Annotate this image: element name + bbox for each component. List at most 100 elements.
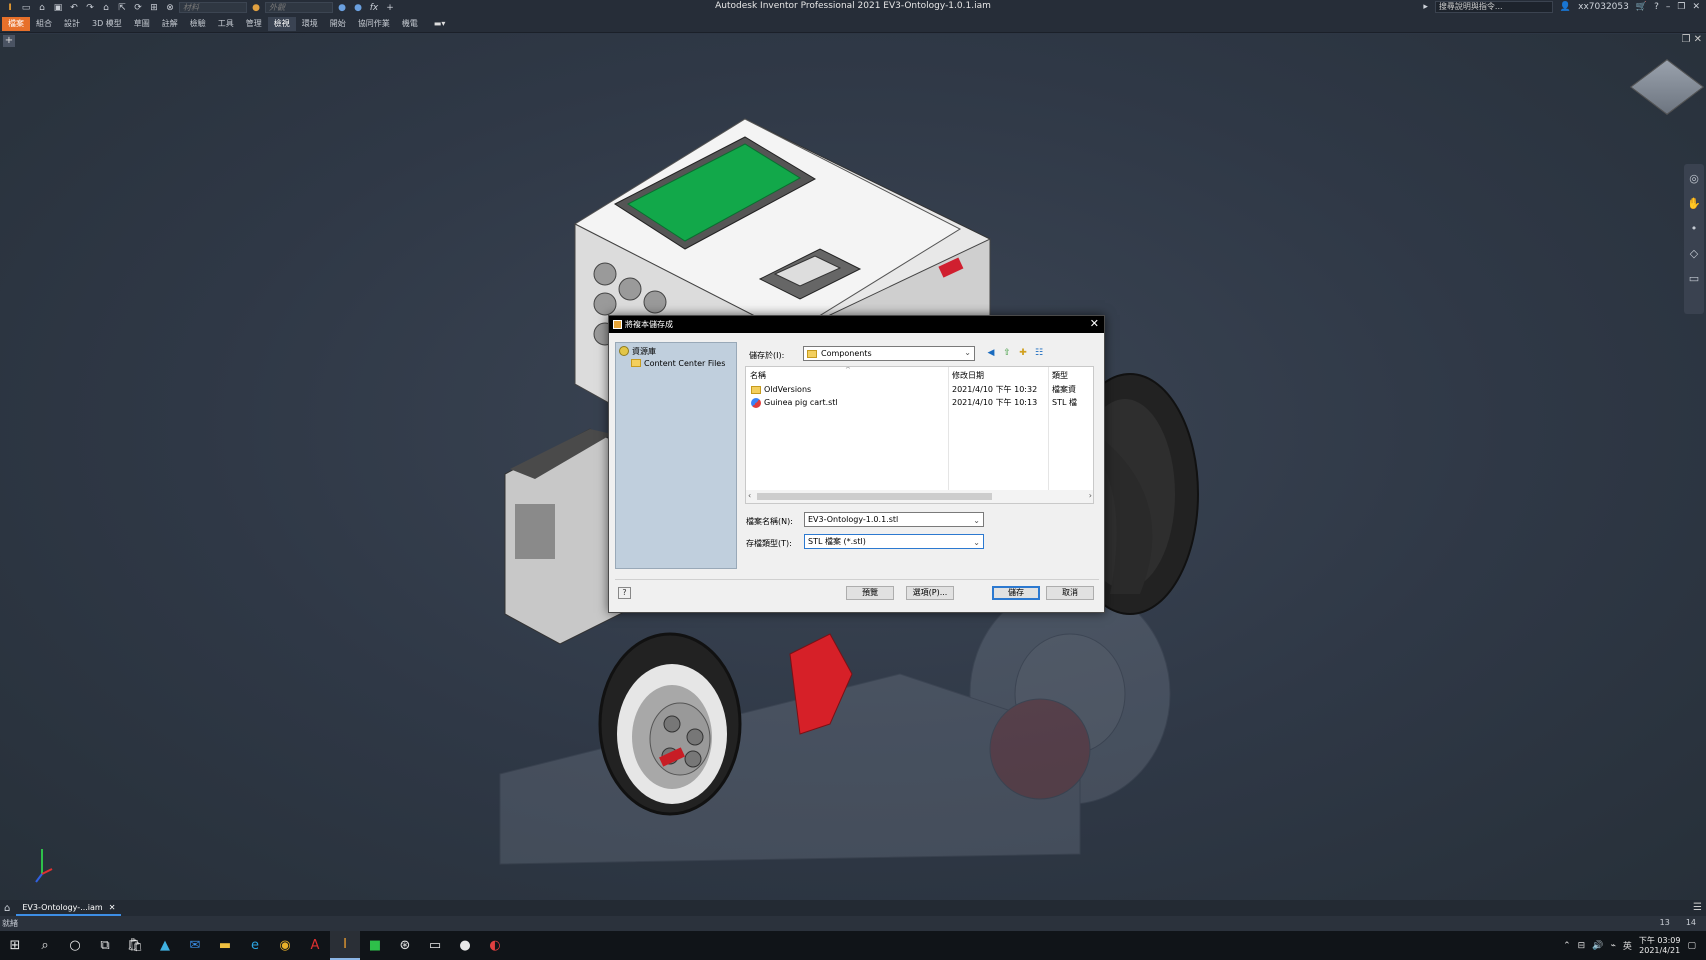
network-icon[interactable]: ⊟ (1578, 941, 1586, 951)
help-icon[interactable]: ? (1654, 2, 1659, 12)
appearance-icon[interactable]: ● (249, 2, 263, 14)
close-icon[interactable]: ✕ (1692, 2, 1700, 12)
store-icon[interactable]: 🛍 (120, 931, 150, 960)
scroll-left-icon[interactable]: ‹ (748, 491, 751, 500)
expand-arrow-icon[interactable]: ▸ (1423, 2, 1428, 12)
volume-icon[interactable]: 🔊 (1592, 941, 1603, 951)
tree-item-libraries[interactable]: 資源庫 (616, 345, 736, 357)
add-icon[interactable]: + (383, 2, 397, 14)
close-circle-icon[interactable]: ⊗ (163, 2, 177, 14)
look-at-icon[interactable]: ▭ (1689, 272, 1699, 285)
chrome-icon[interactable]: ◉ (270, 931, 300, 960)
filename-field[interactable]: EV3-Ontology-1.0.1.stl ⌄ (804, 512, 984, 527)
autodesk-icon[interactable]: ▲ (150, 931, 180, 960)
user-icon[interactable]: 👤 (1560, 2, 1571, 12)
new-folder-icon[interactable]: ✚ (1017, 347, 1029, 359)
pan-icon[interactable]: ✋ (1687, 197, 1701, 210)
tab-sketch[interactable]: 草圖 (128, 17, 156, 31)
open-icon[interactable]: ⌂ (35, 2, 49, 14)
menu-icon[interactable]: ☰ (1693, 902, 1702, 913)
dialog-close-icon[interactable]: ✕ (1090, 317, 1099, 330)
task-view-icon[interactable]: ⧉ (90, 931, 120, 960)
color-override-icon[interactable]: ● (335, 2, 349, 14)
cancel-button[interactable]: 取消 (1046, 586, 1094, 600)
back-icon[interactable]: ◀ (985, 347, 997, 359)
ribbon-display-options-icon[interactable]: ▬▾ (434, 19, 446, 28)
acrobat-icon[interactable]: A (300, 931, 330, 960)
update-icon[interactable]: ⟳ (131, 2, 145, 14)
tab-electromechanical[interactable]: 機電 (396, 17, 424, 31)
save-icon[interactable]: ▣ (51, 2, 65, 14)
home-icon[interactable]: ⌂ (4, 903, 10, 914)
select-icon[interactable]: ⇱ (115, 2, 129, 14)
globe-icon[interactable]: ● (450, 931, 480, 960)
orbit-icon[interactable]: ◇ (1690, 247, 1698, 260)
material-dropdown[interactable]: 材料 (179, 2, 247, 13)
up-folder-icon[interactable]: ⇧ (1001, 347, 1013, 359)
cart-icon[interactable]: 🛒 (1636, 2, 1647, 12)
line-icon[interactable]: ■ (360, 931, 390, 960)
new-file-icon[interactable]: ▭ (19, 2, 33, 14)
file-list[interactable]: 名稱 ^ 修改日期 類型 OldVersions 2021/4/10 下午 10… (745, 366, 1094, 504)
notification-icon[interactable]: ▢ (1687, 941, 1696, 951)
measure-icon[interactable]: ⊞ (147, 2, 161, 14)
filetype-dropdown[interactable]: STL 檔案 (*.stl) ⌄ (804, 534, 984, 549)
tab-inspect[interactable]: 檢驗 (184, 17, 212, 31)
preview-button[interactable]: 預覽 (846, 586, 894, 600)
tab-view[interactable]: 檢視 (267, 16, 296, 31)
edge-icon[interactable]: e (240, 931, 270, 960)
help-icon[interactable]: ? (618, 587, 631, 599)
redo-icon[interactable]: ↷ (83, 2, 97, 14)
tab-file[interactable]: 檔案 (2, 16, 30, 31)
add-view-button[interactable]: + (3, 35, 15, 47)
minimize-icon[interactable]: – (1666, 2, 1671, 12)
inventor-logo-icon[interactable]: I (3, 2, 17, 14)
column-header-name[interactable]: 名稱 (750, 370, 766, 381)
save-button[interactable]: 儲存 (992, 586, 1040, 600)
start-icon[interactable]: ⊞ (0, 931, 30, 960)
file-row-oldversions[interactable]: OldVersions 2021/4/10 下午 10:32 檔案資 (746, 383, 1093, 396)
file-explorer-icon[interactable]: ▬ (210, 931, 240, 960)
tab-get-started[interactable]: 開始 (324, 17, 352, 31)
tab-collaborate[interactable]: 協同作業 (352, 17, 396, 31)
tree-item-content-center[interactable]: Content Center Files (616, 357, 736, 369)
scroll-right-icon[interactable]: › (1089, 491, 1092, 500)
user-name[interactable]: xx7032053 (1578, 2, 1629, 12)
clear-override-icon[interactable]: ● (351, 2, 365, 14)
tab-design[interactable]: 設計 (58, 17, 86, 31)
undo-icon[interactable]: ↶ (67, 2, 81, 14)
chevron-up-icon[interactable]: ⌃ (1563, 941, 1571, 951)
mail-icon[interactable]: ✉ (180, 931, 210, 960)
column-header-type[interactable]: 類型 (1052, 370, 1068, 381)
column-header-modified[interactable]: 修改日期 (952, 370, 984, 381)
search-icon[interactable]: ⌕ (30, 931, 60, 960)
horizontal-scrollbar[interactable]: ‹ › (746, 490, 1093, 503)
inventor-taskbar-icon[interactable]: I (330, 931, 360, 960)
language-icon[interactable]: 英 (1623, 939, 1632, 952)
steering-wheel-icon[interactable]: ◎ (1689, 172, 1699, 185)
save-in-dropdown[interactable]: Components ⌄ (803, 346, 975, 361)
cortana-icon[interactable]: ○ (60, 931, 90, 960)
appearance-dropdown[interactable]: 外觀 (265, 2, 333, 13)
dialog-title-bar[interactable]: 將複本儲存成 (609, 316, 1104, 333)
terminal-icon[interactable]: ▭ (420, 931, 450, 960)
tab-annotate[interactable]: 註解 (156, 17, 184, 31)
viewport-window-controls[interactable]: ❐ ✕ (1681, 34, 1702, 45)
clock[interactable]: 下午 03:09 2021/4/21 (1639, 936, 1681, 956)
close-tab-icon[interactable]: ✕ (109, 903, 116, 912)
scrollbar-thumb[interactable] (757, 493, 992, 500)
home-icon[interactable]: ⌂ (99, 2, 113, 14)
app-red-icon[interactable]: ◐ (480, 931, 510, 960)
wifi-icon[interactable]: ⌁ (1610, 941, 1615, 951)
app-icon[interactable]: ⊛ (390, 931, 420, 960)
view-menu-icon[interactable]: ☷ (1033, 347, 1045, 359)
tab-assemble[interactable]: 組合 (30, 17, 58, 31)
document-tab[interactable]: EV3-Ontology-...iam ✕ (16, 901, 122, 916)
restore-icon[interactable]: ❐ (1677, 2, 1685, 12)
tab-environments[interactable]: 環境 (296, 17, 324, 31)
tab-manage[interactable]: 管理 (240, 17, 268, 31)
file-row-guinea-pig-cart[interactable]: Guinea pig cart.stl 2021/4/10 下午 10:13 S… (746, 396, 1093, 409)
fx-parameters-icon[interactable]: fx (367, 2, 381, 14)
zoom-icon[interactable]: • (1691, 222, 1698, 235)
tab-tools[interactable]: 工具 (212, 17, 240, 31)
